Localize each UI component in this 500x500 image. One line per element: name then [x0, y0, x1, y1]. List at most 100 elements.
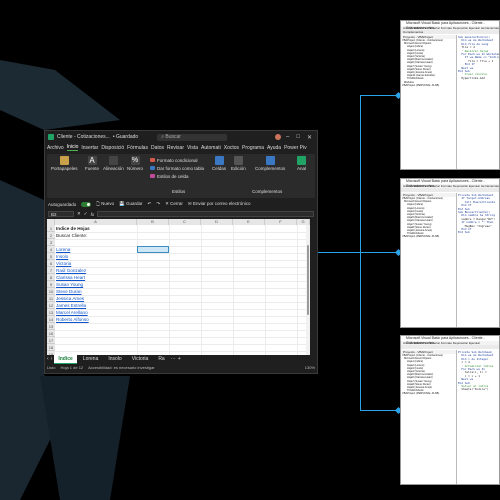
new-button[interactable]: 🗋 Nuevo — [96, 200, 114, 208]
sheet-tab[interactable]: Lorena — [79, 355, 103, 363]
tab-f-rmulas[interactable]: Fórmulas — [127, 145, 148, 151]
sheet-link[interactable]: Clarissa Heart — [56, 275, 85, 280]
row-header[interactable]: 13 — [47, 309, 55, 316]
row-header[interactable]: 15 — [47, 323, 55, 330]
add-sheet-icon[interactable]: + — [178, 356, 181, 362]
redo-icon[interactable]: ↷ — [156, 201, 160, 207]
sheet-tab[interactable]: Victoria — [128, 355, 153, 363]
sheet-link[interactable]: Raúl Gonzalez — [56, 268, 86, 273]
font-group[interactable]: A Fuente — [85, 156, 99, 171]
column-header[interactable]: A — [55, 219, 137, 225]
tab-programa[interactable]: Programa — [242, 145, 264, 151]
sheet-link[interactable]: Insolo — [56, 254, 68, 259]
cells-group[interactable]: Celdas — [212, 156, 226, 171]
sheet-link[interactable]: Steve Duran — [56, 289, 82, 294]
tab-inicio[interactable]: Inicio — [66, 144, 79, 151]
email-button[interactable]: ✉ Enviar por correo electrónico — [188, 201, 251, 207]
column-header[interactable]: E — [233, 219, 265, 225]
avatar[interactable] — [275, 134, 281, 140]
tab-automati[interactable]: Automati — [201, 145, 221, 151]
sheet-tab[interactable]: Ra — [154, 355, 168, 363]
sheet-link[interactable]: Marcel Arellano — [56, 310, 88, 315]
search-box[interactable]: ⌕ Buscar — [157, 133, 228, 141]
maximize-icon[interactable]: □ — [294, 134, 302, 140]
formato-condicional-button[interactable]: Formato condicional — [150, 157, 198, 163]
scroll-thumb[interactable] — [307, 245, 309, 315]
close-file-button[interactable]: ✕ Cerrar — [165, 201, 183, 207]
sheet-link[interactable]: Roberto Alfonso — [56, 317, 89, 322]
project-tree-item[interactable]: VBAProject (PERSONAL.XLSB) — [402, 84, 455, 87]
row-header[interactable]: 16 — [47, 330, 55, 337]
code-window[interactable]: Private Sub Workbook_ Dim ws As Workshee… — [457, 350, 499, 484]
fx-icon[interactable]: fx — [91, 212, 95, 217]
column-header[interactable]: D — [201, 219, 233, 225]
sheet-link[interactable]: Victoria — [56, 261, 71, 266]
zoom-level[interactable]: 130% — [305, 365, 315, 370]
tab-xoctos[interactable]: Xoctos — [224, 145, 239, 151]
formula-input[interactable] — [97, 211, 314, 217]
project-tree-item[interactable]: VBAProject (PERSONAL.XLSB) — [402, 235, 455, 238]
status-accessibility[interactable]: Accesibilidad: es necesario investigar — [88, 365, 154, 370]
row-header[interactable]: 8 — [47, 274, 55, 281]
row-header[interactable]: 5 — [47, 253, 55, 260]
row-header[interactable]: 6 — [47, 260, 55, 267]
tab-insertar[interactable]: Insertar — [81, 145, 98, 151]
row-header[interactable]: 7 — [47, 267, 55, 274]
tab-disposici-[interactable]: Disposició — [101, 145, 124, 151]
next-sheet-icon[interactable]: › — [51, 356, 53, 362]
code-window[interactable]: Sub GenerarIndice() Dim ws As Worksheet … — [457, 35, 499, 169]
row-header[interactable]: 9 — [47, 281, 55, 288]
number-group[interactable]: % Número — [127, 156, 143, 171]
estilos-celda-button[interactable]: Estilos de celda — [150, 173, 189, 179]
row-header[interactable]: 12 — [47, 302, 55, 309]
tab-archivo[interactable]: Archivo — [47, 145, 64, 151]
minimize-icon[interactable]: – — [284, 134, 291, 140]
more-sheets-icon[interactable]: ··· — [171, 356, 176, 362]
enter-icon[interactable]: ✓ — [84, 211, 88, 217]
editing-group[interactable]: Edición — [231, 156, 246, 171]
undo-icon[interactable]: ↶ — [148, 201, 152, 207]
row-header[interactable]: 2 — [47, 232, 55, 239]
sheet-tab[interactable]: Indice — [54, 354, 77, 364]
name-box[interactable]: B2 — [48, 211, 74, 217]
column-header[interactable]: C — [169, 219, 201, 225]
cancel-icon[interactable]: ✕ — [77, 211, 81, 217]
project-tree-item[interactable]: VBAProject (PERSONAL.XLSB) — [402, 392, 455, 395]
sheet-link[interactable]: James Estrella — [56, 303, 86, 308]
analyze-group[interactable]: Anal — [297, 156, 306, 171]
close-icon[interactable]: ✕ — [305, 134, 314, 141]
row-header[interactable]: 14 — [47, 316, 55, 323]
tab-ayuda[interactable]: Ayuda — [267, 145, 281, 151]
prev-sheet-icon[interactable]: ‹ — [47, 356, 49, 362]
row-header[interactable]: 4 — [47, 246, 55, 253]
autosave-toggle[interactable] — [81, 201, 92, 207]
row-header[interactable]: 18 — [47, 344, 55, 351]
spreadsheet-grid[interactable]: ABCDEFG 1234567891011121314151617181920I… — [47, 219, 310, 355]
vba-menubar[interactable]: Archivo Edición Ver Insertar Formato Dep… — [401, 184, 499, 188]
addins-group[interactable]: Complementos — [255, 156, 285, 171]
dar-formato-tabla-button[interactable]: Dar formato como tabla — [150, 165, 204, 171]
row-header[interactable]: 11 — [47, 295, 55, 302]
vertical-scrollbar[interactable] — [306, 225, 310, 355]
tab-vista[interactable]: Vista — [187, 145, 198, 151]
paste-button[interactable]: Portapapeles — [51, 156, 78, 171]
sheet-tab[interactable]: Insolo — [104, 355, 125, 363]
selected-cell[interactable] — [137, 246, 169, 253]
sheet-link[interactable]: Lorena — [56, 247, 70, 252]
sheet-link[interactable]: Jessica Ames — [56, 296, 84, 301]
tab-revisar[interactable]: Revisar — [167, 145, 184, 151]
row-header[interactable]: 10 — [47, 288, 55, 295]
tab-power-piv[interactable]: Power Piv — [284, 145, 307, 151]
row-header[interactable]: 17 — [47, 337, 55, 344]
column-header[interactable]: F — [265, 219, 297, 225]
vba-menubar[interactable]: Archivo Edición Ver Insertar Formato Dep… — [401, 26, 499, 34]
numero-label: Número — [127, 166, 144, 171]
tab-datos[interactable]: Datos — [151, 145, 164, 151]
sheet-link[interactable]: Susan Young — [56, 282, 83, 287]
code-window[interactable]: Private Sub Worksheet_ If Target.Address… — [457, 193, 499, 327]
row-header[interactable]: 3 — [47, 239, 55, 246]
save-button[interactable]: 💾 Guardar — [119, 201, 142, 207]
alignment-group[interactable]: Alineación — [103, 156, 124, 171]
column-header[interactable]: B — [137, 219, 169, 225]
row-header[interactable]: 1 — [47, 225, 55, 232]
